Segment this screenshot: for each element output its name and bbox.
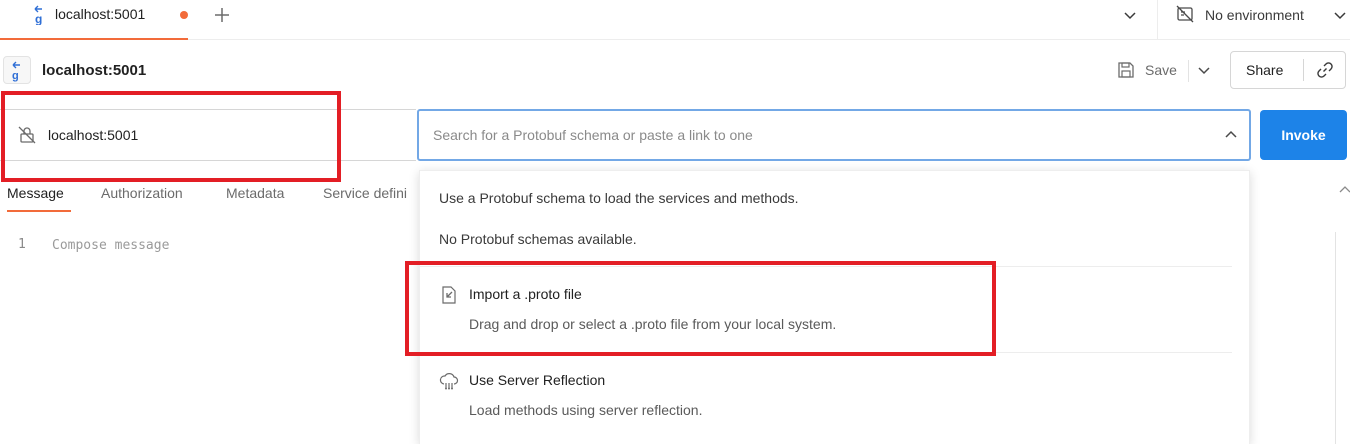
tab-bar: g localhost:5001 No environment — [0, 0, 1350, 40]
grpc-icon: g — [34, 5, 42, 25]
unsaved-indicator — [180, 11, 188, 19]
chevron-up-icon[interactable] — [1338, 182, 1350, 198]
share-label: Share — [1246, 62, 1284, 78]
chevron-down-icon[interactable] — [1332, 7, 1348, 23]
highlight-box — [405, 261, 996, 356]
chevron-up-icon[interactable] — [1223, 127, 1239, 143]
svg-text:g: g — [12, 70, 19, 82]
plus-icon[interactable] — [211, 4, 233, 26]
chevron-down-icon[interactable] — [1122, 7, 1138, 23]
server-reflection-icon — [439, 373, 459, 390]
dropdown-hint: Use a Protobuf schema to load the servic… — [439, 190, 799, 206]
protobuf-schema-search[interactable] — [417, 109, 1251, 161]
tab-authorization[interactable]: Authorization — [101, 185, 183, 201]
active-tab-indicator — [7, 210, 71, 212]
chevron-down-icon[interactable] — [1196, 62, 1212, 78]
no-environment-icon — [1176, 5, 1194, 23]
tab-message[interactable]: Message — [7, 185, 64, 201]
grpc-icon: g — [12, 61, 20, 82]
divider — [1188, 60, 1189, 82]
save-label: Save — [1145, 62, 1177, 78]
request-type-badge: g — [3, 56, 31, 84]
tab-service-definition[interactable]: Service defini — [323, 185, 407, 201]
empty-state-text: No Protobuf schemas available. — [439, 231, 637, 247]
svg-text:g: g — [35, 12, 42, 25]
option-description: Load methods using server reflection. — [469, 402, 703, 418]
server-reflection-option[interactable]: Use Server Reflection Load methods using… — [420, 353, 1232, 444]
option-title: Use Server Reflection — [469, 372, 606, 388]
link-icon[interactable] — [1315, 60, 1335, 80]
highlight-box — [1, 91, 341, 182]
scrollbar[interactable] — [1335, 232, 1350, 444]
request-tab[interactable]: g localhost:5001 — [0, 0, 188, 40]
divider — [1303, 59, 1304, 81]
save-icon — [1118, 62, 1134, 78]
request-title[interactable]: localhost:5001 — [42, 62, 146, 79]
save-button[interactable]: Save — [1115, 57, 1187, 85]
tab-title: localhost:5001 — [55, 6, 146, 22]
environment-selector[interactable]: No environment — [1205, 7, 1304, 23]
tab-metadata[interactable]: Metadata — [226, 185, 284, 201]
divider — [1157, 0, 1158, 39]
line-number: 1 — [18, 237, 26, 252]
share-button[interactable]: Share — [1230, 51, 1346, 89]
invoke-button[interactable]: Invoke — [1260, 110, 1347, 160]
message-editor[interactable]: Compose message — [52, 238, 169, 253]
schema-search-input[interactable] — [433, 125, 1193, 145]
